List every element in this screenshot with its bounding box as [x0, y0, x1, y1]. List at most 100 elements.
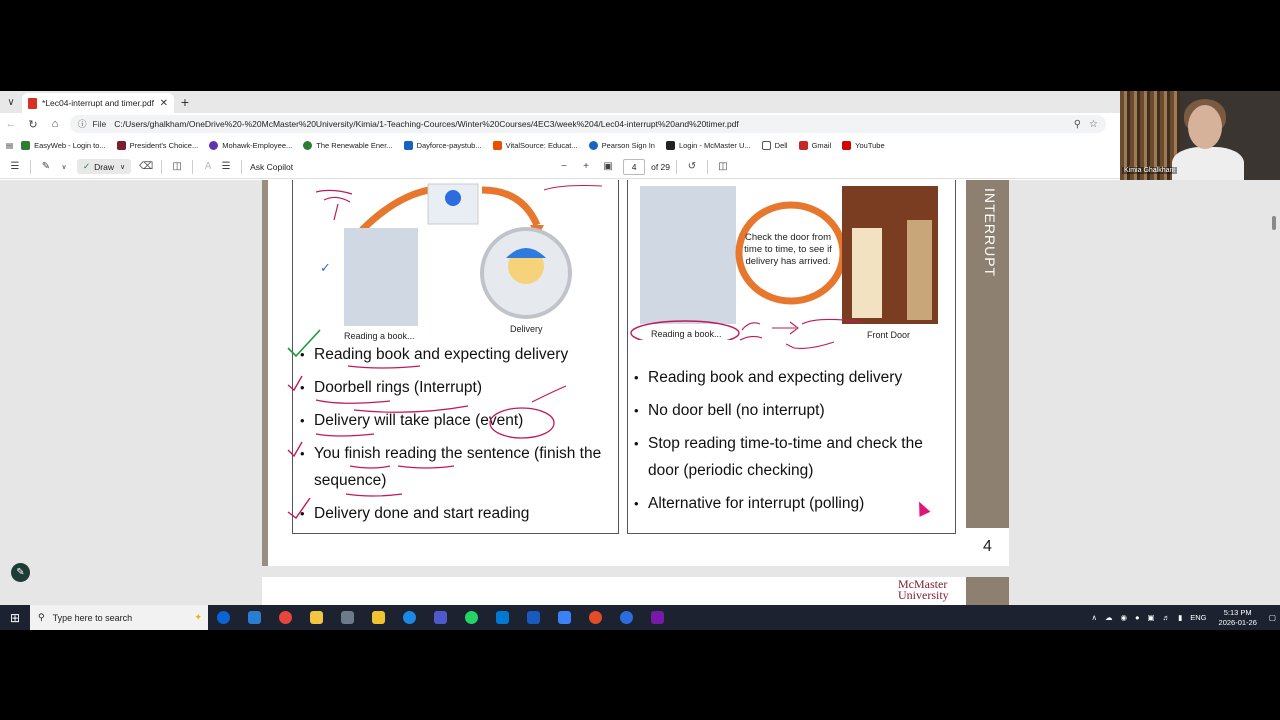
bookmark-mcmaster-login[interactable]: Login - McMaster U... — [665, 140, 751, 150]
tray-chevron-icon[interactable]: ∧ — [1091, 613, 1097, 622]
taskbar-app-chrome[interactable] — [270, 611, 301, 624]
language-indicator[interactable]: ENG — [1190, 613, 1206, 622]
highlight-dropdown-icon[interactable]: ∨ — [55, 163, 73, 171]
windows-start-icon[interactable]: ⊞ — [0, 611, 30, 625]
taskbar-app-word[interactable] — [518, 611, 549, 624]
taskbar-app-onenote[interactable] — [642, 611, 673, 624]
volume-icon[interactable]: ♬ — [1163, 613, 1171, 622]
bookmark-bar-icon: ▤ — [6, 140, 14, 150]
new-tab-icon[interactable]: + — [174, 94, 196, 110]
taskbar-app-store[interactable] — [487, 611, 518, 624]
tab-list-chevron-icon[interactable]: ∨ — [0, 91, 22, 113]
bookmark-vitalsource[interactable]: VitalSource: Educat... — [492, 140, 578, 150]
contents-menu-icon[interactable]: ☰ — [6, 161, 24, 172]
ask-copilot-button[interactable]: Ask Copilot — [250, 162, 293, 172]
ink-check-icon — [287, 441, 303, 458]
bookmark-youtube[interactable]: YouTube — [842, 140, 885, 150]
taskbar-app-outlook[interactable] — [239, 611, 270, 624]
clock[interactable]: 5:13 PM 2026-01-26 — [1219, 608, 1257, 628]
close-tab-icon[interactable]: ✕ — [160, 98, 168, 109]
eraser-icon[interactable]: ⌫ — [137, 161, 155, 172]
taskbar-app-copilot[interactable] — [208, 611, 239, 624]
zoom-in-icon[interactable]: + — [577, 161, 595, 172]
bookmark-label: YouTube — [855, 140, 885, 150]
bookmark-presidents-choice[interactable]: President's Choice... — [116, 140, 198, 150]
taskbar-app-powerpoint[interactable] — [580, 611, 611, 624]
bookmark-gmail[interactable]: Gmail — [798, 140, 832, 150]
slide-page-number: 4 — [966, 528, 1009, 566]
address-scheme-label: File — [92, 119, 107, 129]
taskbar-app-media[interactable] — [363, 611, 394, 624]
zoom-out-icon[interactable]: − — [555, 161, 573, 172]
webcam-overlay: Kimia Ghalkhani — [1120, 91, 1280, 180]
taskbar-app-whatsapp[interactable] — [456, 611, 487, 624]
taskbar-app-file-explorer[interactable] — [301, 611, 332, 624]
fit-page-icon[interactable]: ▣ — [599, 161, 617, 172]
back-icon[interactable]: ← — [0, 118, 22, 130]
read-aloud-icon[interactable]: A — [199, 161, 217, 172]
address-bar[interactable]: ⓘ File C:/Users/ghalkham/OneDrive%20-%20… — [70, 115, 1106, 133]
info-icon[interactable]: ⓘ — [78, 118, 87, 130]
toolbar-divider — [241, 159, 243, 174]
taskbar-app-settings[interactable] — [332, 611, 363, 624]
ink-annotations — [287, 184, 863, 519]
toolbar-divider — [676, 159, 677, 174]
bookmark-label: Pearson Sign In — [601, 140, 655, 150]
taskbar-app-edge[interactable] — [394, 611, 425, 624]
network-icon[interactable]: ▣ — [1148, 613, 1155, 622]
bookmark-dell[interactable]: Dell — [761, 140, 788, 150]
draw-dropdown-icon[interactable]: ∨ — [120, 163, 125, 171]
microphone-icon[interactable]: ● — [1135, 613, 1140, 622]
taskbar-app-zoom[interactable] — [611, 611, 642, 624]
onedrive-icon[interactable]: ☁ — [1105, 613, 1113, 622]
two-page-view-icon[interactable]: ◫ — [714, 161, 732, 172]
favorite-star-icon[interactable]: ☆ — [1089, 119, 1098, 130]
ink-underline — [315, 433, 375, 437]
toolbar-divider — [161, 159, 163, 174]
battery-icon[interactable]: ▮ — [1178, 613, 1182, 622]
bookmark-renewable-energy[interactable]: The Renewable Ener... — [303, 140, 393, 150]
vitalsource-icon — [492, 140, 502, 150]
toolbar-divider — [192, 159, 194, 174]
address-url[interactable]: C:/Users/ghalkham/OneDrive%20-%20McMaste… — [114, 119, 1065, 129]
bookmark-mohawk[interactable]: Mohawk-Employee... — [209, 140, 292, 150]
notification-icon[interactable]: ▢ — [1269, 613, 1276, 622]
refresh-icon[interactable]: ↻ — [22, 118, 44, 131]
gmail-icon — [798, 140, 808, 150]
taskbar-app-teams[interactable] — [425, 611, 456, 624]
mcmaster-logo: McMaster University — [898, 577, 949, 602]
td-bank-icon — [21, 140, 31, 150]
ink-scribble — [772, 318, 863, 335]
ink-underline — [397, 465, 455, 469]
ink-arrow — [531, 385, 567, 403]
renewable-icon — [303, 140, 313, 150]
translate-icon[interactable]: ☰ — [217, 161, 235, 172]
bookmark-dayforce[interactable]: Dayforce-paystub... — [403, 140, 482, 150]
wifi-icon[interactable]: ◉ — [1120, 613, 1127, 622]
mohawk-icon — [209, 140, 219, 150]
page-number-input[interactable]: 4 — [623, 158, 646, 175]
taskbar-search-box[interactable]: ⚲ Type here to search ✦ — [30, 605, 208, 630]
tab-active-pdf[interactable]: *Lec04-interrupt and timer.pdf ✕ — [22, 93, 174, 113]
home-icon[interactable]: ⌂ — [44, 118, 66, 130]
highlight-icon[interactable]: ✎ — [37, 161, 55, 172]
toolbar-divider — [707, 159, 708, 174]
bookmark-easyweb[interactable]: EasyWeb - Login to... — [21, 140, 106, 150]
zoom-icon[interactable]: ⚲ — [1074, 119, 1081, 130]
copilot-spark-icon[interactable]: ✦ — [194, 612, 202, 623]
ink-underline — [315, 399, 391, 404]
pdf-document-area[interactable]: INTERRUPT 4 ✓ Reading a book... Delivery — [0, 180, 1280, 605]
bookmark-label: EasyWeb - Login to... — [34, 140, 106, 150]
taskbar-app-snipping[interactable] — [549, 611, 580, 624]
bookmark-label: Gmail — [811, 140, 832, 150]
ink-underline — [347, 365, 421, 369]
bookmark-pearson[interactable]: Pearson Sign In — [588, 140, 655, 150]
slide-side-title: INTERRUPT — [982, 188, 998, 278]
pdf-toolbar: ☰ ✎ ∨ ✓ Draw ∨ ⌫ ◫ A ☰ Ask Copilot − + ▣… — [0, 155, 1280, 179]
draw-fab-icon[interactable]: ✎ — [11, 563, 30, 582]
vertical-scrollbar-thumb[interactable] — [1272, 216, 1276, 230]
draw-button[interactable]: ✓ Draw ∨ — [77, 159, 132, 174]
pearson-icon — [588, 140, 598, 150]
rotate-icon[interactable]: ↺ — [683, 161, 701, 172]
page-view-icon[interactable]: ◫ — [168, 161, 186, 172]
